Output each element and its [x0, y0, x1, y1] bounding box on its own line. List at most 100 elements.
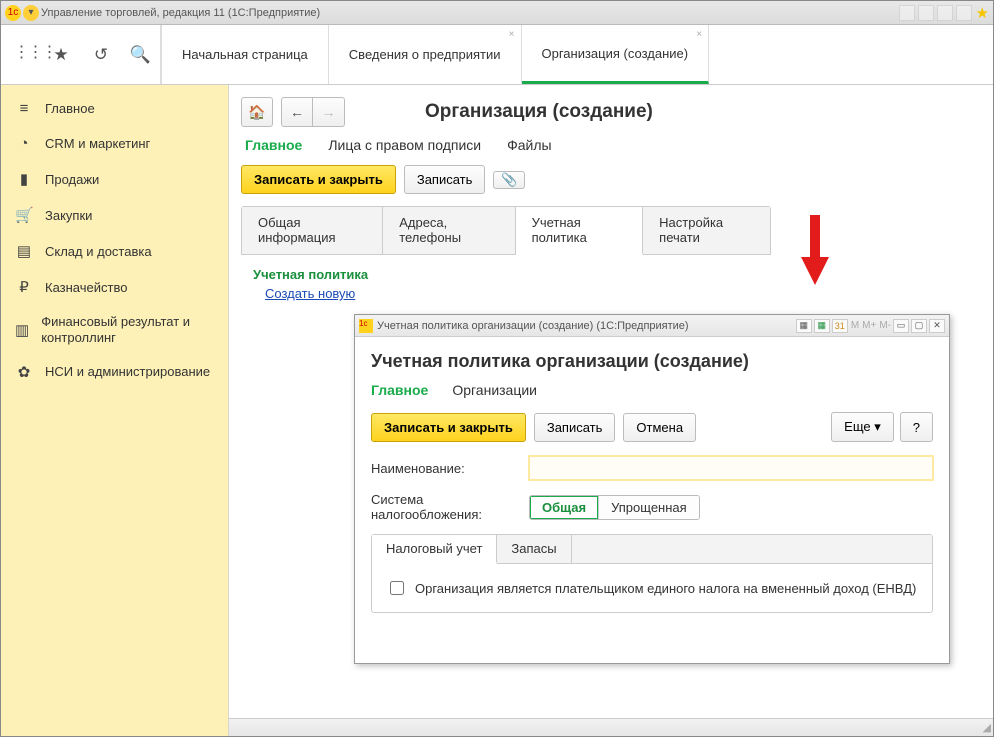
tax-system-label: Система налогообложения:	[371, 492, 521, 522]
calc-icon[interactable]: ▦	[814, 319, 830, 333]
tax-general-option[interactable]: Общая	[530, 496, 598, 519]
page-subnav: Главное Лица с правом подписи Файлы	[245, 137, 981, 153]
sidebar-label: НСИ и администрирование	[45, 364, 210, 380]
chart-icon: ◔	[15, 135, 33, 152]
home-button[interactable]: 🏠	[241, 97, 273, 127]
page-tabs: Общая информация Адреса, телефоны Учетна…	[241, 206, 771, 255]
envd-checkbox[interactable]	[390, 581, 404, 595]
sidebar-label: Склад и доставка	[45, 244, 152, 259]
tool-icon[interactable]: ▦	[796, 319, 812, 333]
sidebar-label: Продажи	[45, 172, 99, 187]
subnav-main[interactable]: Главное	[245, 137, 302, 153]
warehouse-icon: ▤	[15, 242, 33, 260]
sys-btn-3[interactable]	[937, 5, 953, 21]
status-bar: ◢	[229, 718, 993, 736]
menu-icon: ≡	[15, 100, 33, 117]
favorite-icon[interactable]: ★	[976, 4, 989, 22]
subnav-signers[interactable]: Лица с правом подписи	[328, 137, 481, 153]
window-title: Управление торговлей, редакция 11 (1С:Пр…	[41, 7, 320, 19]
top-toolbar: ★ ↺ 🔍 Начальная страница Сведения о пред…	[1, 25, 993, 85]
sys-btn-2[interactable]	[918, 5, 934, 21]
ruble-icon: ₽	[15, 278, 33, 296]
section-title: Учетная политика	[253, 267, 981, 282]
sidebar-item-main[interactable]: ≡ Главное	[1, 91, 228, 126]
gear-icon: ✿	[15, 363, 33, 381]
dialog-subnav: Главное Организации	[371, 382, 933, 398]
tab-print-setup[interactable]: Настройка печати	[643, 207, 770, 254]
app-icon: 1c	[359, 319, 373, 333]
calendar-icon[interactable]: 31	[832, 319, 848, 333]
inner-tab-tax[interactable]: Налоговый учет	[372, 535, 497, 564]
tab-home-label: Начальная страница	[182, 47, 308, 62]
sidebar-item-crm[interactable]: ◔ CRM и маркетинг	[1, 126, 228, 161]
cart-icon: 🛒	[15, 206, 33, 224]
sidebar-item-treasury[interactable]: ₽ Казначейство	[1, 269, 228, 305]
history-icon[interactable]: ↺	[81, 25, 121, 84]
dialog-titlebar: 1c Учетная политика организации (создани…	[355, 315, 949, 337]
tab-info-label: Сведения о предприятии	[349, 47, 501, 62]
chevron-down-icon: ▾	[874, 419, 881, 434]
dialog-help-button[interactable]: ?	[900, 412, 933, 442]
dialog-subnav-main[interactable]: Главное	[371, 382, 428, 398]
envd-label: Организация является плательщиком единог…	[415, 581, 916, 596]
app-titlebar: 1c ▾ Управление торговлей, редакция 11 (…	[1, 1, 993, 25]
close-icon[interactable]: ×	[509, 29, 515, 40]
sales-icon: ▮	[15, 170, 33, 188]
tab-org-label: Организация (создание)	[542, 46, 689, 61]
m-minus-label: M-	[879, 320, 891, 331]
apps-icon[interactable]	[1, 25, 41, 84]
page-title: Организация (создание)	[425, 101, 653, 123]
dialog-cancel-button[interactable]: Отмена	[623, 413, 696, 442]
save-button[interactable]: Записать	[404, 165, 486, 194]
sidebar-item-warehouse[interactable]: ▤ Склад и доставка	[1, 233, 228, 269]
sidebar-item-sales[interactable]: ▮ Продажи	[1, 161, 228, 197]
create-new-link[interactable]: Создать новую	[265, 286, 355, 301]
sidebar-label: CRM и маркетинг	[45, 136, 150, 151]
name-input[interactable]	[529, 456, 933, 480]
tab-general[interactable]: Общая информация	[242, 207, 383, 254]
close-icon[interactable]: ×	[696, 29, 702, 40]
m-label: M	[851, 320, 859, 331]
minimize-icon[interactable]: ▭	[893, 319, 909, 333]
dialog-save-button[interactable]: Записать	[534, 413, 616, 442]
dialog-subnav-orgs[interactable]: Организации	[452, 382, 537, 398]
sys-btn-1[interactable]	[899, 5, 915, 21]
attach-button[interactable]: 📎	[493, 171, 525, 189]
accounting-policy-dialog: 1c Учетная политика организации (создани…	[354, 314, 950, 664]
tax-simple-option[interactable]: Упрощенная	[598, 496, 699, 519]
tab-organization[interactable]: Организация (создание) ×	[522, 25, 710, 84]
tab-enterprise-info[interactable]: Сведения о предприятии ×	[329, 25, 522, 84]
sidebar-label: Закупки	[45, 208, 92, 223]
m-plus-label: M+	[862, 320, 876, 331]
name-label: Наименование:	[371, 461, 521, 476]
dialog-more-button[interactable]: Еще ▾	[831, 412, 894, 442]
tax-system-toggle: Общая Упрощенная	[529, 495, 700, 520]
sidebar-item-purchases[interactable]: 🛒 Закупки	[1, 197, 228, 233]
tab-home[interactable]: Начальная страница	[162, 25, 329, 84]
app-icon: 1c	[5, 5, 21, 21]
tab-accounting-policy[interactable]: Учетная политика	[516, 207, 644, 255]
dialog-save-close-button[interactable]: Записать и закрыть	[371, 413, 526, 442]
resize-grip-icon[interactable]: ◢	[983, 721, 991, 734]
dropdown-icon[interactable]: ▾	[23, 5, 39, 21]
sidebar-label: Казначейство	[45, 280, 127, 295]
tab-addresses[interactable]: Адреса, телефоны	[383, 207, 515, 254]
inner-tab-stock[interactable]: Запасы	[497, 535, 571, 563]
sidebar-label: Главное	[45, 101, 95, 116]
dialog-inner-tabs: Налоговый учет Запасы Организация являет…	[371, 534, 933, 613]
sidebar: ≡ Главное ◔ CRM и маркетинг ▮ Продажи 🛒 Заку…	[1, 85, 229, 736]
sys-btn-4[interactable]	[956, 5, 972, 21]
sidebar-item-nsi[interactable]: ✿ НСИ и администрирование	[1, 354, 228, 390]
bars-icon: ▥	[15, 321, 29, 339]
save-close-button[interactable]: Записать и закрыть	[241, 165, 396, 194]
dialog-title: Учетная политика организации (создание)	[371, 351, 933, 372]
more-label: Еще	[844, 419, 870, 434]
sidebar-label: Финансовый результат и контроллинг	[41, 314, 214, 345]
subnav-files[interactable]: Файлы	[507, 137, 551, 153]
back-button[interactable]: ←	[281, 97, 313, 127]
maximize-icon[interactable]: ▢	[911, 319, 927, 333]
sidebar-item-finresult[interactable]: ▥ Финансовый результат и контроллинг	[1, 305, 228, 354]
search-icon[interactable]: 🔍	[121, 25, 161, 84]
dialog-window-title: Учетная политика организации (создание) …	[377, 320, 689, 332]
close-icon[interactable]: ✕	[929, 319, 945, 333]
